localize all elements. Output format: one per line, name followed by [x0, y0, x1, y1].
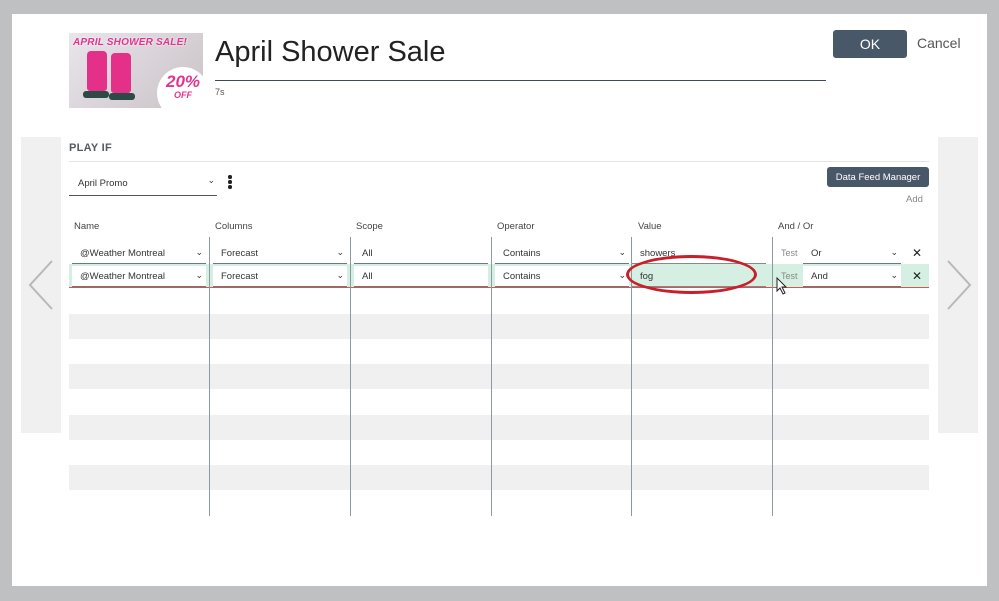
value-text: fog	[640, 271, 654, 282]
column-header-and-or: And / Or	[778, 221, 814, 232]
content-duration: 7s	[215, 87, 225, 97]
operator-select-value: Contains	[503, 248, 541, 259]
remove-condition-icon[interactable]: ✕	[912, 269, 922, 283]
and-or-value: Or	[811, 248, 822, 259]
discount-percent: 20%	[165, 72, 201, 91]
more-options-icon[interactable]	[227, 175, 233, 191]
column-divider	[209, 237, 210, 516]
chevron-down-icon: ⌄	[890, 270, 898, 280]
name-select[interactable]: @Weather Montreal ⌄	[72, 243, 206, 264]
cancel-button[interactable]: Cancel	[917, 35, 961, 51]
operator-select[interactable]: Contains ⌄	[495, 243, 629, 264]
empty-row	[69, 465, 929, 490]
boot-image	[111, 53, 131, 93]
column-select[interactable]: Forecast ⌄	[213, 266, 347, 287]
column-divider	[350, 237, 351, 516]
chevron-right-icon[interactable]	[944, 257, 974, 313]
discount-badge: 20% OFF	[157, 67, 203, 108]
chevron-left-icon[interactable]	[26, 257, 56, 313]
column-header-columns: Columns	[215, 221, 253, 232]
scope-value: All	[362, 248, 373, 259]
ok-button[interactable]: OK	[833, 30, 907, 58]
operator-select[interactable]: Contains ⌄	[495, 266, 629, 287]
title-underline	[215, 80, 826, 81]
chevron-down-icon: ⌄	[890, 247, 898, 257]
and-or-select[interactable]: And ⌄	[803, 266, 901, 287]
remove-condition-icon[interactable]: ✕	[912, 246, 922, 260]
data-feed-manager-button[interactable]: Data Feed Manager	[827, 167, 929, 187]
value-text: showers	[640, 248, 676, 259]
chevron-down-icon: ⌄	[336, 247, 344, 257]
play-if-heading: PLAY IF	[69, 142, 113, 154]
campaign-select[interactable]: April Promo ⌄	[69, 172, 217, 196]
column-divider	[491, 237, 492, 516]
column-divider	[772, 237, 773, 516]
name-select-value: @Weather Montreal	[80, 248, 165, 259]
content-thumbnail: APRIL SHOWER SALE! 20% OFF	[69, 33, 203, 108]
operator-select-value: Contains	[503, 271, 541, 282]
chevron-down-icon: ⌄	[195, 247, 203, 257]
divider	[69, 161, 929, 162]
content-title[interactable]: April Shower Sale	[215, 36, 446, 69]
thumbnail-sale-text: APRIL SHOWER SALE!	[73, 37, 187, 48]
and-or-value: And	[811, 271, 828, 282]
scope-input[interactable]: All	[354, 243, 488, 264]
play-if-panel: PLAY IF April Promo ⌄ Data Feed Manager …	[61, 137, 938, 517]
value-input[interactable]: fog	[632, 266, 766, 287]
column-header-name: Name	[74, 221, 100, 232]
add-condition-link[interactable]: Add	[906, 194, 923, 205]
column-select[interactable]: Forecast ⌄	[213, 243, 347, 264]
test-link[interactable]: Test	[781, 248, 798, 258]
condition-row-active: @Weather Montreal ⌄ Forecast ⌄ All Conta…	[69, 264, 929, 288]
empty-row	[69, 364, 929, 389]
name-select[interactable]: @Weather Montreal ⌄	[72, 266, 206, 287]
chevron-down-icon: ⌄	[207, 175, 215, 185]
previous-panel	[21, 137, 61, 433]
column-header-scope: Scope	[356, 221, 383, 232]
test-link[interactable]: Test	[781, 271, 798, 281]
chevron-down-icon: ⌄	[336, 270, 344, 280]
value-input[interactable]: showers	[632, 243, 766, 264]
column-header-operator: Operator	[497, 221, 535, 232]
chevron-down-icon: ⌄	[618, 270, 626, 280]
campaign-select-value: April Promo	[78, 178, 128, 189]
column-divider	[631, 237, 632, 516]
scope-value: All	[362, 271, 373, 282]
discount-off: OFF	[174, 90, 192, 100]
scope-input[interactable]: All	[354, 266, 488, 287]
column-select-value: Forecast	[221, 248, 258, 259]
next-panel	[938, 137, 978, 433]
edit-playlist-dialog: APRIL SHOWER SALE! 20% OFF April Shower …	[12, 14, 987, 586]
empty-row	[69, 415, 929, 440]
name-select-value: @Weather Montreal	[80, 271, 165, 282]
boot-sole	[83, 91, 109, 98]
column-select-value: Forecast	[221, 271, 258, 282]
boot-image	[87, 51, 107, 91]
condition-row: @Weather Montreal ⌄ Forecast ⌄ All Conta…	[69, 241, 929, 265]
empty-row	[69, 314, 929, 339]
column-header-value: Value	[638, 221, 662, 232]
chevron-down-icon: ⌄	[195, 270, 203, 280]
and-or-select[interactable]: Or ⌄	[803, 243, 901, 264]
chevron-down-icon: ⌄	[618, 247, 626, 257]
boot-sole	[109, 93, 135, 100]
